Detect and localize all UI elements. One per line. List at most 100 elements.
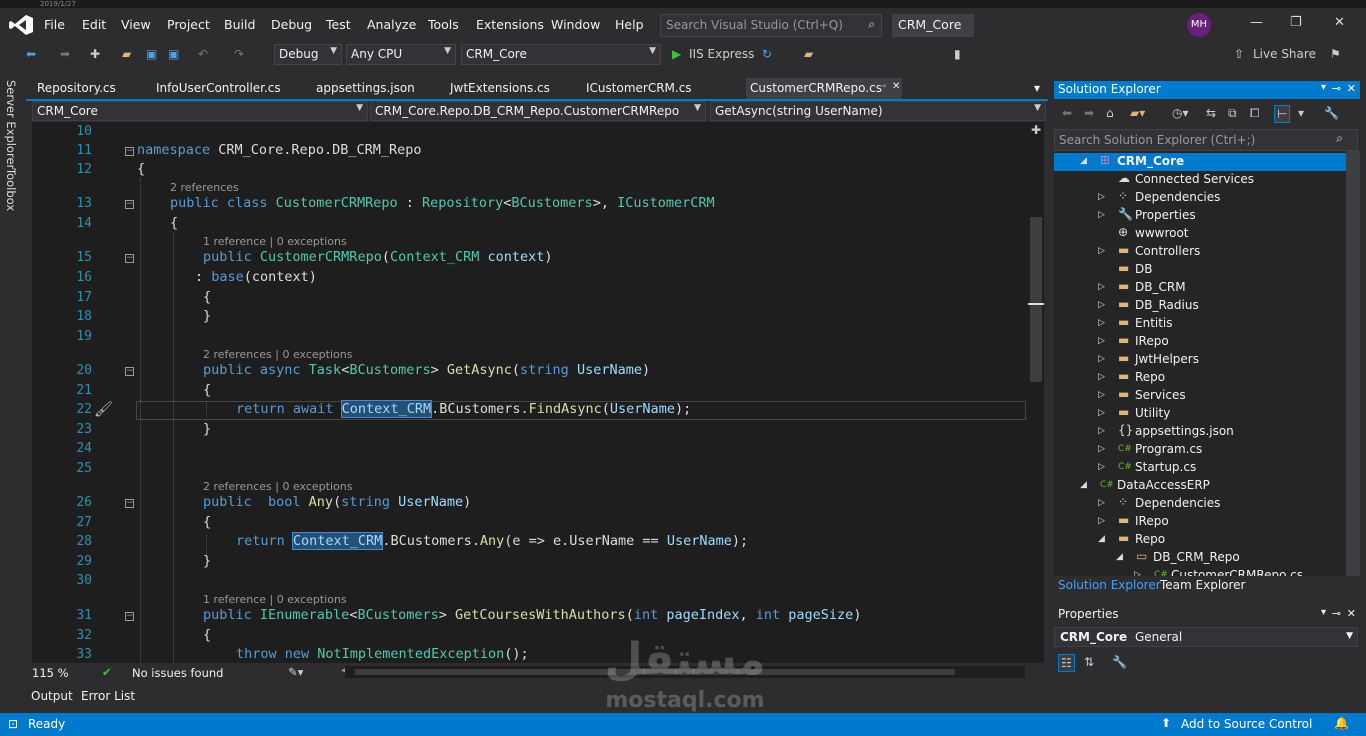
notifications-icon[interactable]: 🔔 — [1334, 716, 1349, 730]
zoom-level[interactable]: 115 % — [32, 666, 69, 680]
tree-item[interactable]: ▷ ⁘ Dependencies — [1054, 495, 1346, 513]
avatar[interactable]: MH — [1187, 13, 1211, 37]
codelens[interactable]: 2 references | 0 exceptions — [203, 480, 352, 493]
collapse-icon[interactable]: − — [125, 367, 134, 376]
solution-tree-scrollbar[interactable] — [1346, 151, 1360, 576]
editor-scroll-thumb[interactable] — [1030, 217, 1042, 382]
feedback-icon[interactable]: ⚑ — [1330, 46, 1341, 62]
collapse-icon[interactable]: − — [125, 499, 134, 508]
tree-item[interactable]: ◢ ▭ DB_CRM_Repo — [1054, 549, 1346, 567]
expand-arrow-icon[interactable]: ▷ — [1098, 354, 1105, 364]
window-menu-icon[interactable]: ▾ — [1321, 82, 1326, 93]
expand-arrow-icon[interactable]: ▷ — [1098, 372, 1105, 382]
redo-icon[interactable]: ↷ — [234, 46, 244, 62]
run-button[interactable]: IIS Express — [689, 46, 754, 62]
home-icon[interactable]: ⌂ — [1106, 105, 1114, 121]
collapse-icon[interactable]: − — [125, 612, 134, 621]
tree-item[interactable]: ▷ C# Program.cs — [1054, 441, 1346, 459]
expand-arrow-icon[interactable]: ▷ — [1098, 516, 1105, 526]
undo-icon[interactable]: ↶ — [198, 46, 208, 62]
tree-item[interactable]: ▷ {} appsettings.json — [1054, 423, 1346, 441]
collapse-icon[interactable]: − — [125, 254, 134, 263]
properties-object-selector[interactable]: CRM_Core General ▼ — [1054, 627, 1358, 647]
config-dropdown[interactable]: Debug ▼ — [274, 44, 342, 65]
expand-arrow-icon[interactable]: ▷ — [1098, 210, 1105, 220]
platform-dropdown[interactable]: Any CPU ▼ — [346, 44, 456, 65]
expand-arrow-icon[interactable]: ◢ — [1080, 480, 1087, 490]
categorized-icon[interactable]: ☷ — [1058, 654, 1075, 672]
editor-vertical-scrollbar[interactable] — [1026, 122, 1044, 663]
collapse-all-icon[interactable]: ⧉ — [1228, 105, 1237, 121]
close-icon[interactable]: ✕ — [1334, 15, 1345, 30]
menu-extensions[interactable]: Extensions — [476, 17, 544, 32]
back-icon[interactable]: ⬅ — [1062, 105, 1072, 121]
solution-explorer-search[interactable]: Search Solution Explorer (Ctrl+;) ⌕ — [1054, 129, 1358, 151]
menu-test[interactable]: Test — [326, 17, 351, 32]
codelens[interactable]: 2 references — [170, 181, 239, 194]
tab-appsettings[interactable]: appsettings.json — [316, 81, 415, 95]
menu-help[interactable]: Help — [615, 17, 644, 32]
sync-icon[interactable]: ⇆ — [1206, 105, 1216, 121]
menu-analyze[interactable]: Analyze — [367, 17, 416, 32]
pin-icon[interactable]: ⊸ — [1332, 82, 1341, 95]
tree-item[interactable]: ▷ ▬ Entitis — [1054, 315, 1346, 333]
menu-window[interactable]: Window — [551, 17, 600, 32]
pending-changes-icon[interactable]: ◷▾ — [1172, 105, 1189, 121]
save-all-icon[interactable]: ▣ — [168, 46, 179, 62]
close-icon[interactable]: ✕ — [1347, 607, 1356, 620]
forward-icon[interactable]: ➡ — [1084, 105, 1094, 121]
code-cleanup-icon[interactable]: ✎▾ — [288, 665, 303, 679]
tree-item[interactable]: ▷ ▬ IRepo — [1054, 513, 1346, 531]
toolbox-tab[interactable]: Toolbox — [4, 168, 18, 211]
tree-item[interactable]: ◢ C# DataAccessERP — [1054, 477, 1346, 495]
tree-item[interactable]: ◢ ⊞ CRM_Core — [1054, 153, 1346, 171]
tab-overflow-icon[interactable]: ▾ — [1034, 81, 1040, 95]
open-folder-icon[interactable]: ▰ — [122, 46, 131, 62]
tab-solution-explorer[interactable]: Solution Explorer — [1058, 578, 1161, 592]
expand-arrow-icon[interactable]: ▷ — [1098, 336, 1105, 346]
show-all-files-icon[interactable]: ⧠ — [1250, 105, 1260, 121]
refresh-icon[interactable]: ↻ — [762, 46, 772, 62]
save-icon[interactable]: ▣ — [146, 46, 157, 62]
browser-link-icon[interactable]: ▰ — [804, 46, 813, 62]
restore-icon[interactable]: ❐ — [1290, 15, 1302, 30]
minimize-icon[interactable]: — — [1250, 15, 1263, 30]
collapse-icon[interactable]: − — [125, 200, 134, 209]
expand-arrow-icon[interactable]: ◢ — [1116, 552, 1123, 562]
collapse-icon[interactable]: − — [125, 147, 134, 156]
tab-customercrmrepo[interactable]: CustomerCRMRepo.cs ⊸ ✕ — [746, 78, 902, 99]
tree-item[interactable]: ▬ DB — [1054, 261, 1346, 279]
window-menu-icon[interactable]: ▾ — [1321, 607, 1326, 618]
menu-file[interactable]: File — [44, 17, 65, 32]
startup-project-dropdown[interactable]: CRM_Core ▼ — [461, 44, 661, 65]
tab-repository[interactable]: Repository.cs — [37, 81, 116, 95]
split-icon[interactable]: ✚ — [1031, 123, 1041, 137]
search-box[interactable]: Search Visual Studio (Ctrl+Q) ⌕ — [660, 14, 882, 37]
tree-item[interactable]: ▷ ▬ Services — [1054, 387, 1346, 405]
tree-item[interactable]: ☁ Connected Services — [1054, 171, 1346, 189]
menu-edit[interactable]: Edit — [82, 17, 106, 32]
pin-icon[interactable]: ⊸ — [1332, 607, 1341, 620]
live-share-button[interactable]: Live Share — [1253, 46, 1316, 62]
code-editor[interactable]: 10 11 12 13 14 15 16 17 18 19 20 21 22 2… — [32, 122, 1026, 663]
tree-item[interactable]: ▷ ▬ DB_Radius — [1054, 297, 1346, 315]
expand-arrow-icon[interactable]: ▷ — [1098, 498, 1105, 508]
tree-item[interactable]: ▷ C# Startup.cs — [1054, 459, 1346, 477]
switch-views-icon[interactable]: ▰▾ — [1130, 105, 1145, 121]
play-icon[interactable]: ▶ — [672, 46, 681, 62]
codelens[interactable]: 1 reference | 0 exceptions — [203, 235, 347, 248]
tab-team-explorer[interactable]: Team Explorer — [1160, 578, 1246, 592]
tab-error-list[interactable]: Error List — [81, 689, 135, 703]
tab-jwtextensions[interactable]: JwtExtensions.cs — [450, 81, 550, 95]
pin-icon[interactable]: ⊸ — [878, 81, 886, 92]
menu-debug[interactable]: Debug — [271, 17, 312, 32]
chevron-down-icon[interactable]: ▾ — [1298, 105, 1304, 121]
tree-item[interactable]: ◢ ▬ Repo — [1054, 531, 1346, 549]
tree-item[interactable]: ▷ ▬ Controllers — [1054, 243, 1346, 261]
forward-icon[interactable]: ➡ — [60, 46, 70, 62]
expand-arrow-icon[interactable]: ◢ — [1098, 534, 1105, 544]
tree-item[interactable]: ▷ ⁘ Dependencies — [1054, 189, 1346, 207]
project-dropdown[interactable]: CRM_Core ▼ — [32, 101, 368, 121]
menu-build[interactable]: Build — [224, 17, 255, 32]
expand-arrow-icon[interactable]: ▷ — [1098, 444, 1105, 454]
